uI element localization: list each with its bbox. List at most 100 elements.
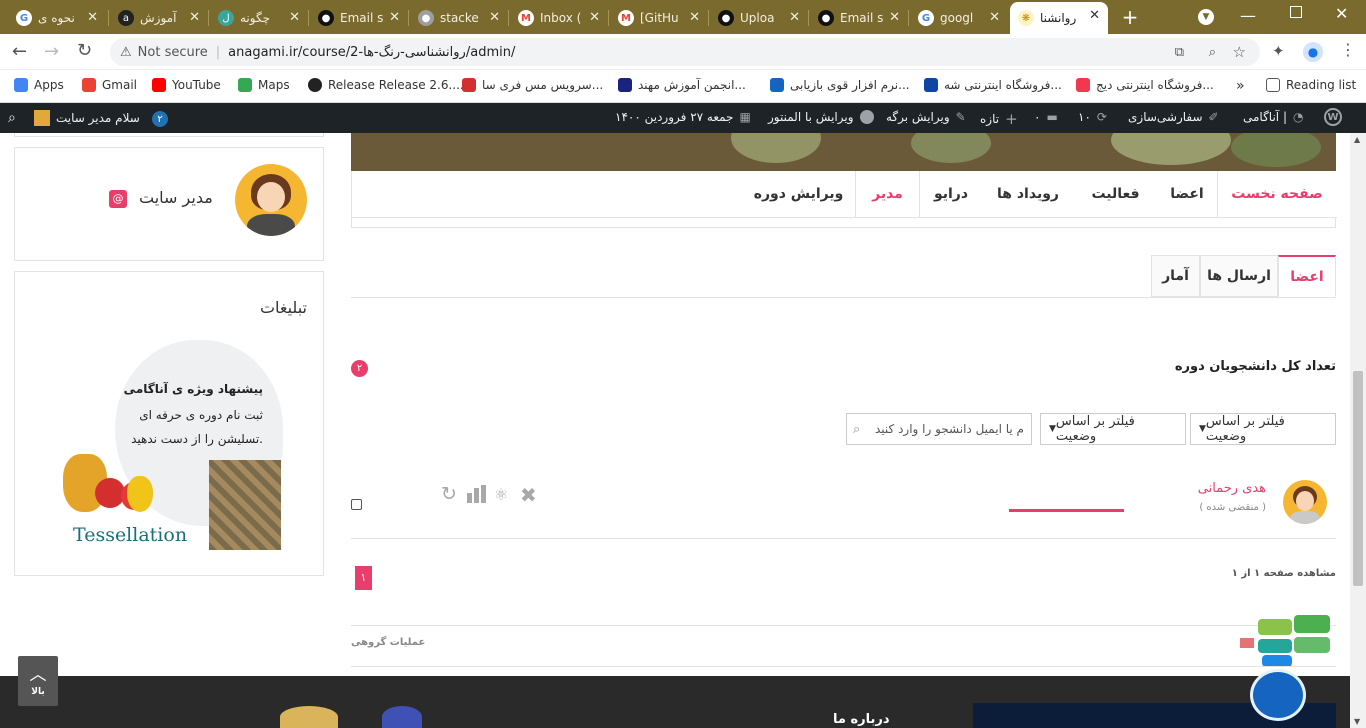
student-search-input[interactable]: ⌕ نام یا ایمیل دانشجو را وارد کنید — [846, 413, 1032, 445]
tab-activity[interactable]: فعالیت — [1074, 171, 1157, 217]
page-scrollbar[interactable]: ▲ ▼ — [1350, 133, 1366, 728]
bookmark-shop1[interactable]: فروشگاه اینترنتی شه... — [924, 78, 1062, 92]
url-text[interactable]: anagami.ir/course/2-روانشناسی-رنگ-ها/adm… — [228, 45, 515, 60]
close-tab-icon[interactable]: ✕ — [689, 10, 700, 25]
browser-tab[interactable]: M Inbox (✕ — [510, 4, 608, 32]
address-bar[interactable]: ⚠ Not secure | anagami.ir/course/2-روانش… — [110, 38, 1260, 66]
subtab-submissions[interactable]: ارسال ها — [1200, 255, 1278, 297]
reload-icon[interactable]: ↻ — [77, 40, 92, 61]
back-to-top-button[interactable]: ︿ بالا — [18, 656, 58, 706]
site-name[interactable]: آناگامی | ◔ — [1243, 110, 1303, 124]
browser-tab[interactable]: ● stacke ✕ — [410, 4, 508, 32]
bookmark-recovery[interactable]: نرم افزار قوی بازیابی... — [770, 78, 910, 92]
tab-admin[interactable]: مدیر — [855, 171, 920, 217]
mail-icon[interactable] — [1240, 638, 1254, 648]
bookmark-anjoman[interactable]: انجمن آموزش مهند... — [618, 78, 746, 92]
warning-icon: ⚠ — [120, 44, 132, 60]
tab-home[interactable]: صفحه نخست — [1217, 171, 1336, 217]
bulk-actions-label[interactable]: عملیات گروهی — [351, 637, 425, 648]
tab-members[interactable]: اعضا — [1157, 171, 1217, 217]
close-tab-icon[interactable]: ✕ — [189, 10, 200, 25]
refresh-icon[interactable]: ↻ — [441, 483, 457, 505]
bookmark-maps[interactable]: Maps — [238, 78, 290, 92]
trust-seal-icon[interactable] — [280, 706, 338, 728]
samandehi-logo-icon[interactable] — [382, 706, 422, 728]
browser-tab[interactable]: M [GitHu ✕ — [610, 4, 708, 32]
customize[interactable]: سفارشی‌سازی ✐ — [1128, 110, 1219, 124]
scroll-down-arrow-icon[interactable]: ▼ — [1354, 717, 1360, 726]
browser-tab[interactable]: Ggoogl ✕ — [910, 4, 1008, 32]
atom-icon[interactable]: ⚛ — [494, 485, 508, 504]
close-window-icon[interactable]: ✕ — [1335, 4, 1348, 23]
bookmark-apps[interactable]: Apps — [14, 78, 64, 92]
search-icon[interactable]: ⌕ — [8, 110, 16, 126]
wordpress-icon[interactable]: W — [1324, 108, 1342, 126]
browser-tab[interactable]: ● Email s ✕ — [810, 4, 908, 32]
status-filter-value: فیلتر بر اساس وضعیت — [1205, 414, 1285, 444]
stats-icon[interactable] — [467, 485, 487, 503]
extensions-icon[interactable]: ✦ — [1272, 42, 1285, 60]
close-tab-icon[interactable]: ✕ — [489, 10, 500, 25]
close-tab-icon[interactable]: ✕ — [289, 10, 300, 25]
close-tab-icon[interactable]: ✕ — [589, 10, 600, 25]
subtab-members[interactable]: اعضا — [1278, 255, 1336, 297]
page-1-button[interactable]: ۱ — [355, 566, 372, 590]
browser-tab[interactable]: ● Email s ✕ — [310, 4, 408, 32]
close-tab-icon[interactable]: ✕ — [889, 10, 900, 25]
member-select-checkbox[interactable] — [351, 499, 362, 510]
close-tab-icon[interactable]: ✕ — [87, 10, 98, 25]
account-menu[interactable]: سلام مدیر سایت — [34, 110, 140, 126]
at-icon[interactable]: @ — [109, 190, 127, 208]
new-content[interactable]: تازه + — [980, 110, 1018, 128]
bookmark-mas[interactable]: سرویس مس فری سا... — [462, 78, 603, 92]
bookmark-label: فروشگاه اینترنتی دیج... — [1096, 78, 1214, 92]
browser-tab[interactable]: ● Uploa ✕ — [710, 4, 808, 32]
forward-icon[interactable]: → — [44, 41, 59, 62]
member-avatar[interactable] — [1283, 480, 1327, 524]
updates[interactable]: ۱۰ ⟳ — [1078, 110, 1107, 124]
status-filter-select[interactable]: ▼ فیلتر بر اساس وضعیت — [1190, 413, 1336, 445]
comments[interactable]: ۰ ▬ — [1034, 110, 1058, 124]
browser-tab[interactable]: ل چگونه ✕ — [210, 4, 308, 32]
phone-support-icon[interactable] — [1250, 669, 1306, 721]
tab-edit-course[interactable]: ویرایش دوره — [742, 171, 855, 217]
edit-page[interactable]: ویرایش برگه ✎ — [886, 110, 966, 124]
bookmark-release[interactable]: Release Release 2.6.... — [308, 78, 464, 92]
close-tab-icon[interactable]: ✕ — [789, 10, 800, 25]
remove-icon[interactable]: ✖ — [520, 483, 537, 507]
elementor-edit[interactable]: ویرایش با المنتور — [768, 110, 874, 124]
star-icon[interactable]: ☆ — [1233, 43, 1246, 61]
scrollbar-thumb[interactable] — [1353, 371, 1363, 586]
member-name[interactable]: هدی رحمانی — [1198, 481, 1266, 496]
notification-badge[interactable]: ۲ — [152, 111, 168, 127]
zoom-icon[interactable]: ⌕ — [1209, 45, 1216, 60]
close-tab-icon[interactable]: ✕ — [389, 10, 400, 25]
translate-icon[interactable]: ⧉ — [1175, 45, 1184, 60]
bookmark-gmail[interactable]: Gmail — [82, 78, 137, 92]
new-tab-button[interactable]: + — [1118, 5, 1142, 29]
scroll-up-arrow-icon[interactable]: ▲ — [1354, 135, 1360, 144]
minimize-icon[interactable]: — — [1240, 6, 1256, 25]
close-tab-icon[interactable]: ✕ — [1089, 8, 1100, 23]
menu-icon[interactable]: ⋮ — [1340, 40, 1356, 59]
tab-events[interactable]: رویداد ها — [982, 171, 1074, 217]
site-icon: ل — [218, 10, 234, 26]
browser-tab-active[interactable]: ❋ روانشنا ✕ — [1010, 2, 1108, 34]
close-tab-icon[interactable]: ✕ — [989, 10, 1000, 25]
tab-title: چگونه — [240, 11, 271, 25]
tab-search-icon[interactable]: ▼ — [1198, 9, 1214, 25]
support-widget-icon[interactable] — [1258, 615, 1330, 667]
browser-tab[interactable]: G نحوه ی ✕ — [8, 4, 106, 32]
subtab-stats[interactable]: آمار — [1151, 255, 1200, 297]
status-filter-select-2[interactable]: ▼ فیلتر بر اساس وضعیت — [1040, 413, 1186, 445]
back-icon[interactable]: ← — [12, 41, 27, 62]
restore-icon[interactable] — [1290, 6, 1302, 18]
search-icon[interactable]: ⌕ — [853, 422, 860, 437]
bookmark-digikala[interactable]: فروشگاه اینترنتی دیج... — [1076, 78, 1214, 92]
more-bookmarks-icon[interactable]: » — [1236, 78, 1245, 94]
tab-drive[interactable]: درایو — [920, 171, 982, 217]
browser-tab[interactable]: a آموزش ✕ — [110, 4, 208, 32]
profile-icon[interactable]: ● — [1303, 42, 1323, 62]
bookmark-youtube[interactable]: YouTube — [152, 78, 221, 92]
reading-list[interactable]: Reading list — [1266, 78, 1356, 92]
